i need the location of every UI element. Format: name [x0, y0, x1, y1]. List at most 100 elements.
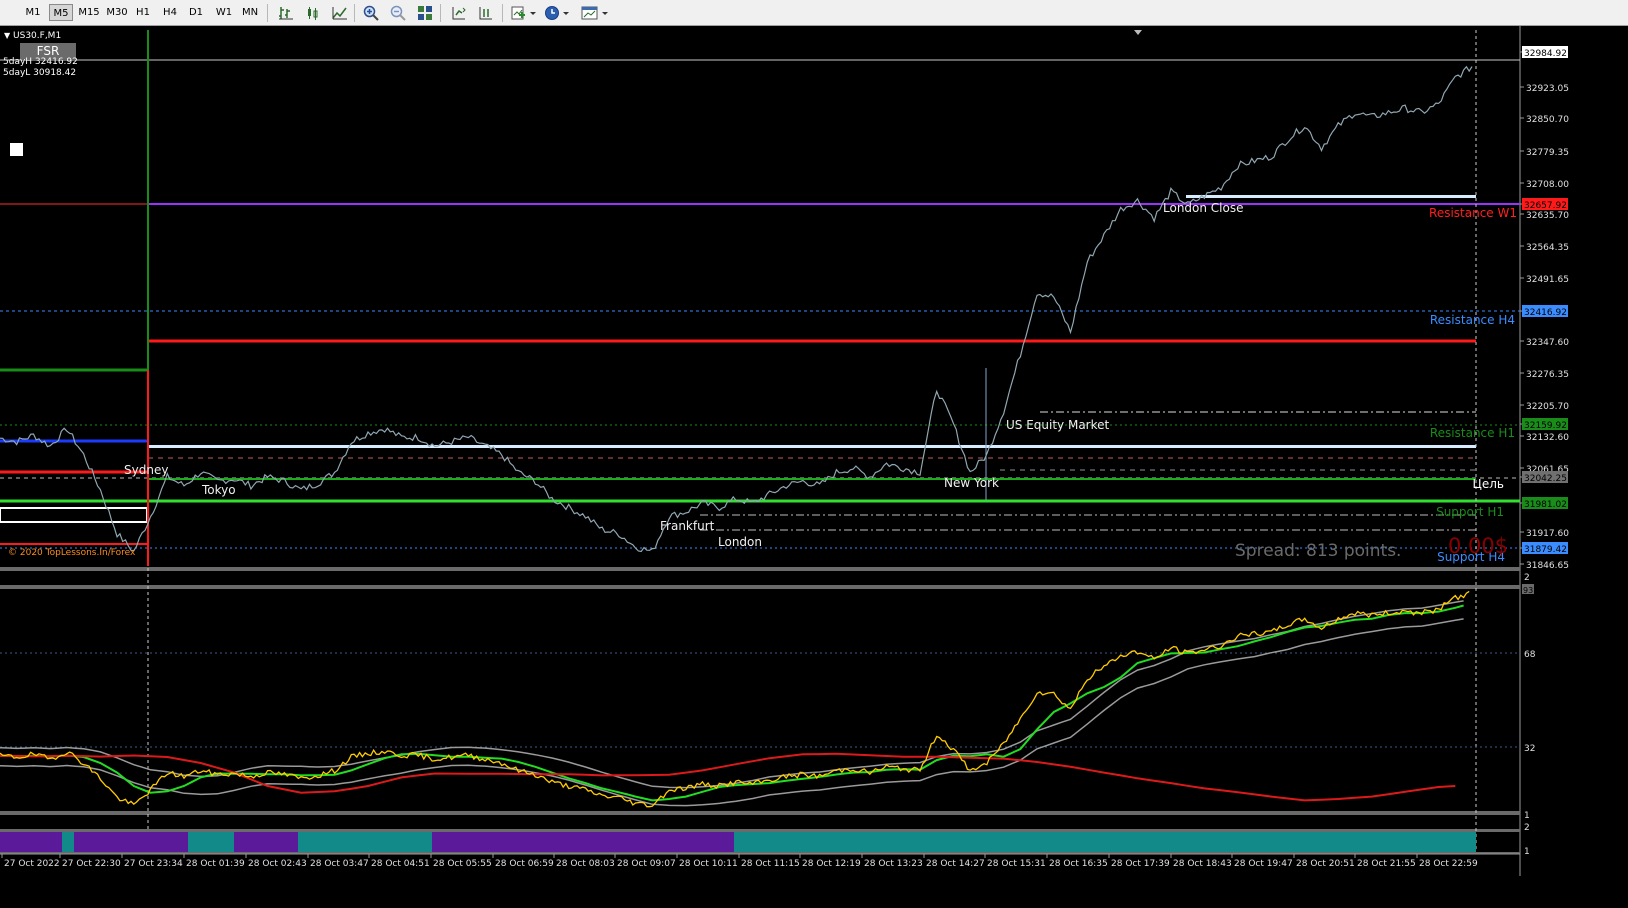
session-bar-segment: [298, 832, 432, 852]
templates-icon[interactable]: [580, 3, 610, 22]
time-axis-label: 28 Oct 16:35: [1049, 859, 1108, 869]
price-axis-label: 32132.60: [1526, 433, 1569, 443]
session-bar-segment: [74, 832, 188, 852]
price-axis-label: 32347.60: [1526, 338, 1569, 348]
osc-axis-label: 1: [1524, 847, 1530, 857]
day-high-label: 5dayH 32416.92: [3, 57, 78, 67]
session-bar-segment: [440, 832, 734, 852]
time-axis-label: 28 Oct 18:43: [1173, 859, 1232, 869]
level-label-resistance-h4: Resistance H4: [1430, 313, 1515, 327]
symbol-label: ▼ US30.F,M1: [4, 31, 61, 41]
price-axis-label: 32564.35: [1526, 243, 1569, 253]
session-label-london: London: [718, 535, 762, 549]
line-chart-icon[interactable]: [330, 3, 350, 22]
osc-axis-label: 32: [1524, 744, 1535, 754]
oscillator-gray-band-lower: [0, 618, 1464, 807]
candlestick-icon[interactable]: [303, 3, 323, 22]
osc-axis-label: 2: [1524, 823, 1530, 833]
chart-window[interactable]: Resistance W1 Resistance H4 Resistance H1 Ц…: [0, 26, 1628, 904]
copyright-text: © 2020 TopLessons.In/Forex: [8, 548, 136, 558]
time-axis-label: 28 Oct 06:59: [495, 859, 554, 869]
white-square-marker[interactable]: [10, 143, 23, 156]
zoom-out-icon[interactable]: [388, 3, 408, 22]
session-bar-top: [0, 829, 1520, 832]
toolbar: M1 M5 M15 M30 H1 H4 D1 W1 MN: [0, 0, 1628, 26]
price-axis-label: 32779.35: [1526, 148, 1569, 158]
price-axis-label: 32850.70: [1526, 115, 1569, 125]
session-label-sydney: Sydney: [124, 463, 168, 477]
osc-axis-label: 1: [1524, 811, 1530, 821]
main-panel-separator: [0, 567, 1520, 571]
tile-windows-icon[interactable]: [415, 3, 435, 22]
price-axis-label: 31846.65: [1526, 561, 1569, 571]
time-axis-label: 28 Oct 13:23: [864, 859, 923, 869]
time-axis-label: 28 Oct 15:31: [987, 859, 1046, 869]
white-band-line: [148, 445, 1476, 448]
session-bar-segment: [62, 832, 74, 852]
symbol-text: US30.F,M1: [13, 31, 62, 41]
spread-text: Spread: 813 points.: [1235, 541, 1401, 561]
indicators-icon[interactable]: [510, 3, 538, 22]
oscillator-gray-band-upper: [0, 600, 1464, 789]
day-low-label: 5dayL 30918.42: [3, 68, 77, 78]
session-label-london-close: London Close: [1163, 201, 1244, 215]
toolbar-separator: [354, 4, 355, 22]
timeframe-mn[interactable]: MN: [239, 4, 261, 21]
price-axis-label-highlight: 32042.25: [1524, 474, 1567, 484]
level-label-support-h1: Support H1: [1436, 505, 1504, 519]
bar-chart-icon[interactable]: [276, 3, 296, 22]
scroll-marker-icon: [1134, 30, 1142, 35]
price-axis-label: 32276.35: [1526, 370, 1569, 380]
chart-canvas[interactable]: Resistance W1 Resistance H4 Resistance H1 Ц…: [0, 26, 1628, 904]
level-label-цель: Цель: [1473, 477, 1504, 491]
time-axis-label: 28 Oct 22:59: [1419, 859, 1478, 869]
toolbar-separator: [267, 4, 268, 22]
time-axis-label: 27 Oct 22:30: [62, 859, 121, 869]
periodicity-icon[interactable]: [543, 3, 571, 22]
timeframe-m15[interactable]: M15: [77, 4, 101, 21]
time-axis-label: 28 Oct 12:19: [802, 859, 861, 869]
time-axis-label: 27 Oct 2022: [4, 859, 60, 869]
oscillator-panel-top: [0, 585, 1520, 589]
chart-shift-icon[interactable]: [449, 3, 469, 22]
timeframe-d1[interactable]: D1: [186, 4, 206, 21]
london-close-level: [1186, 195, 1476, 198]
price-axis-label: 32708.00: [1526, 180, 1569, 190]
time-axis-label: 28 Oct 20:51: [1296, 859, 1355, 869]
autoscroll-icon[interactable]: [476, 3, 496, 22]
time-axis-label: 28 Oct 01:39: [186, 859, 245, 869]
level-label-resistance-w1: Resistance W1: [1429, 206, 1517, 220]
time-axis-label: 28 Oct 09:07: [617, 859, 676, 869]
session-bar-segment: [0, 832, 62, 852]
osc-axis-label: 68: [1524, 650, 1536, 660]
price-axis-label-highlight: 32159.92: [1524, 421, 1567, 431]
white-box-left: [0, 507, 148, 523]
timeframe-m5[interactable]: M5: [49, 4, 73, 21]
time-axis-label: 28 Oct 10:11: [679, 859, 738, 869]
time-axis-label: 28 Oct 03:47: [310, 859, 369, 869]
price-axis-label: 32635.70: [1526, 211, 1569, 221]
price-axis-label: 32205.70: [1526, 402, 1569, 412]
toolbar-separator: [502, 4, 503, 22]
session-label-tokyo: Tokyo: [201, 483, 236, 497]
session-bar-segment: [234, 832, 298, 852]
oscillator-panel-bottom: [0, 811, 1520, 815]
price-axis-label: 32491.65: [1526, 275, 1569, 285]
zoom-in-icon[interactable]: [361, 3, 381, 22]
price-axis-label-highlight: 32416.92: [1524, 308, 1567, 318]
time-axis-label: 28 Oct 04:51: [371, 859, 430, 869]
collapse-arrow-icon[interactable]: ▼: [4, 31, 10, 40]
session-bar-segment: [734, 832, 1476, 852]
timeframe-m30[interactable]: M30: [105, 4, 129, 21]
price-axis-label-highlight: 32657.92: [1524, 201, 1567, 211]
time-axis-label: 28 Oct 05:55: [433, 859, 492, 869]
session-bar-segment: [188, 832, 234, 852]
timeframe-h1[interactable]: H1: [133, 4, 153, 21]
timeframe-h4[interactable]: H4: [159, 4, 181, 21]
time-axis-label: 28 Oct 17:39: [1111, 859, 1170, 869]
timeframe-m1[interactable]: M1: [22, 4, 44, 21]
timeframe-w1[interactable]: W1: [213, 4, 235, 21]
session-label-frankfurt: Frankfurt: [660, 519, 715, 533]
osc-axis-label: 2: [1524, 573, 1530, 583]
profit-text: 0.00$: [1448, 534, 1508, 558]
